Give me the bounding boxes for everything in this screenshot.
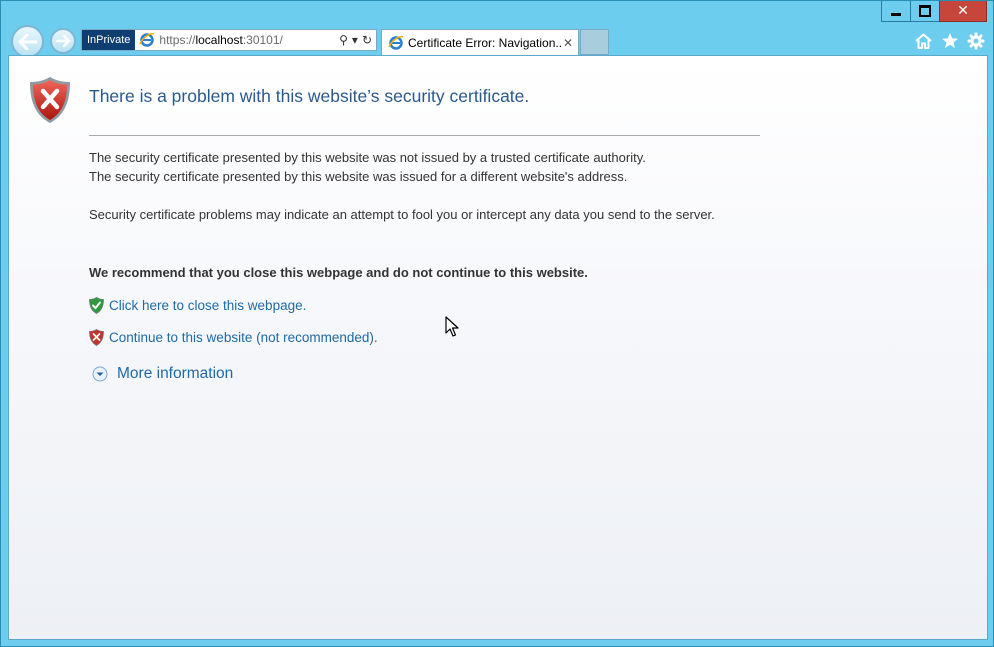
tools-button[interactable] [966,31,985,50]
new-tab-button[interactable] [580,29,609,55]
certificate-details: The security certificate presented by th… [89,148,761,186]
shield-check-icon [89,297,104,314]
close-window-button[interactable]: ✕ [939,1,987,22]
continue-website-row: Continue to this website (not recommende… [89,329,378,346]
favorites-button[interactable] [940,31,959,50]
close-icon: ✕ [957,3,969,19]
home-icon [915,33,932,49]
ie-logo-icon [139,33,155,47]
arrow-right-icon [55,35,71,47]
tab-certificate-error[interactable]: Certificate Error: Navigation... ✕ [381,29,579,55]
arrow-left-icon [18,33,37,50]
mouse-cursor-icon [445,316,459,337]
ie-logo-icon [388,35,404,50]
close-webpage-link[interactable]: Click here to close this webpage. [109,298,306,313]
tab-close-icon[interactable]: ✕ [563,36,573,50]
forward-button[interactable] [50,28,76,54]
chevron-down-icon[interactable]: ▾ [352,33,358,47]
maximize-button[interactable] [910,1,940,22]
shield-error-icon [30,77,70,123]
warning-explanation: Security certificate problems may indica… [89,207,715,222]
address-bar[interactable]: InPrivate https://localhost:30101/ ⚲ ▾ ↻ [81,29,377,51]
inprivate-badge[interactable]: InPrivate [82,30,136,50]
url-port-path: :30101/ [242,33,283,47]
more-information-link[interactable]: More information [117,365,233,383]
refresh-icon[interactable]: ↻ [362,33,372,47]
more-information-row[interactable]: More information [92,365,233,383]
star-icon [941,33,958,48]
browser-window: ✕ InPrivate https://localhost:30101/ ⚲ ▾… [0,0,994,647]
home-button[interactable] [914,31,933,50]
maximize-icon [919,5,931,17]
back-button[interactable] [11,25,44,58]
command-icons [914,31,985,50]
search-icon[interactable]: ⚲ [339,33,348,47]
divider [89,135,760,136]
detail-address-mismatch: The security certificate presented by th… [89,169,628,184]
minimize-icon [891,12,901,16]
url-text[interactable]: https://localhost:30101/ [159,33,339,47]
close-webpage-row: Click here to close this webpage. [89,297,306,314]
continue-website-link[interactable]: Continue to this website (not recommende… [109,330,378,345]
recommendation-text: We recommend that you close this webpage… [89,265,588,280]
page-title: There is a problem with this website’s s… [89,86,530,106]
detail-untrusted-authority: The security certificate presented by th… [89,150,646,165]
shield-x-icon [89,329,104,346]
chevron-down-circle-icon[interactable] [92,366,108,382]
url-host: localhost [195,33,243,47]
window-caption-buttons: ✕ [881,1,987,22]
gear-icon [967,32,984,49]
url-scheme: https:// [159,33,196,47]
address-tools: ⚲ ▾ ↻ [339,33,372,47]
tab-title: Certificate Error: Navigation... [408,35,563,50]
minimize-button[interactable] [881,1,911,22]
page-content: There is a problem with this website’s s… [8,55,988,640]
